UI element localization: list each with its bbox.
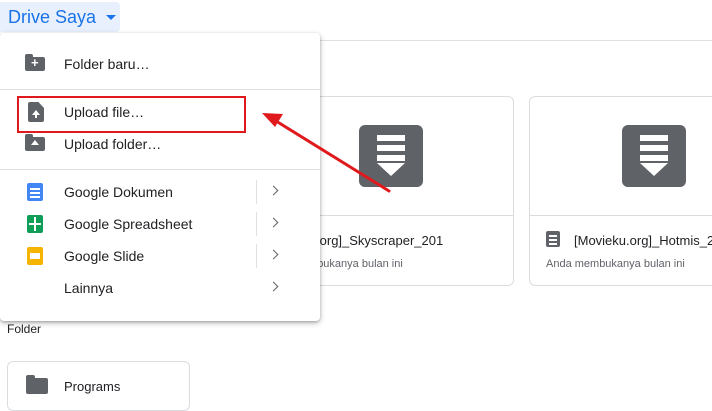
annotation-arrow	[262, 113, 391, 193]
